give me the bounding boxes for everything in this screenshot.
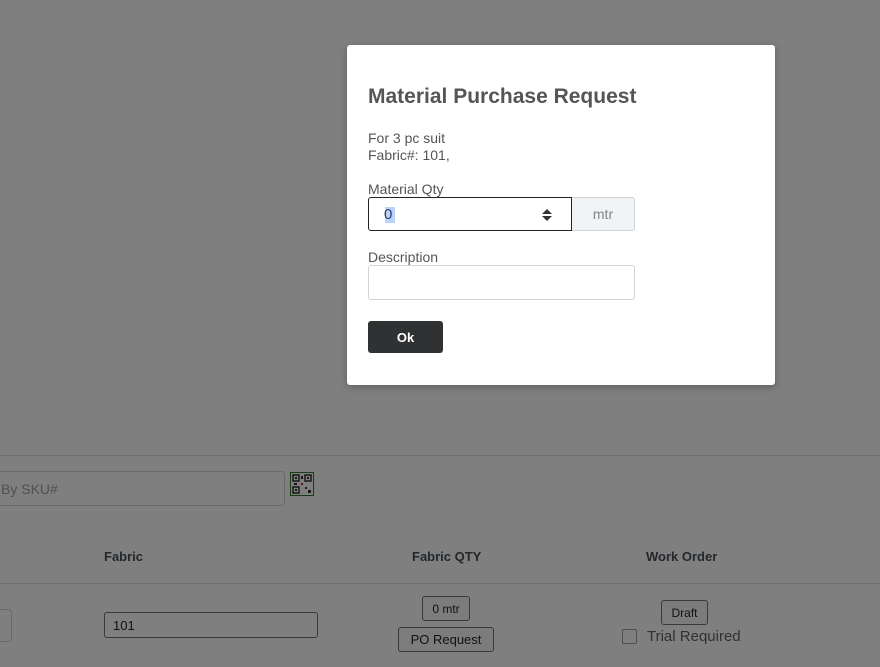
material-qty-field[interactable] xyxy=(368,197,572,231)
modal-subtitle-line2: Fabric#: 101, xyxy=(368,147,450,163)
material-qty-group: mtr xyxy=(368,197,635,231)
description-label: Description xyxy=(368,249,439,265)
material-qty-label: Material Qty xyxy=(368,181,444,197)
material-purchase-request-modal: Material Purchase Request For 3 pc suit … xyxy=(347,45,775,385)
material-qty-unit: mtr xyxy=(572,197,635,231)
modal-subtitle-line1: For 3 pc suit xyxy=(368,130,446,146)
spinner-arrows-icon[interactable] xyxy=(541,207,553,223)
ok-button[interactable]: Ok xyxy=(368,321,443,353)
text-selection-highlight xyxy=(385,207,395,223)
modal-subtitle: For 3 pc suit Fabric#: 101, xyxy=(368,130,450,164)
description-input[interactable] xyxy=(368,265,635,300)
modal-title: Material Purchase Request xyxy=(368,85,637,108)
